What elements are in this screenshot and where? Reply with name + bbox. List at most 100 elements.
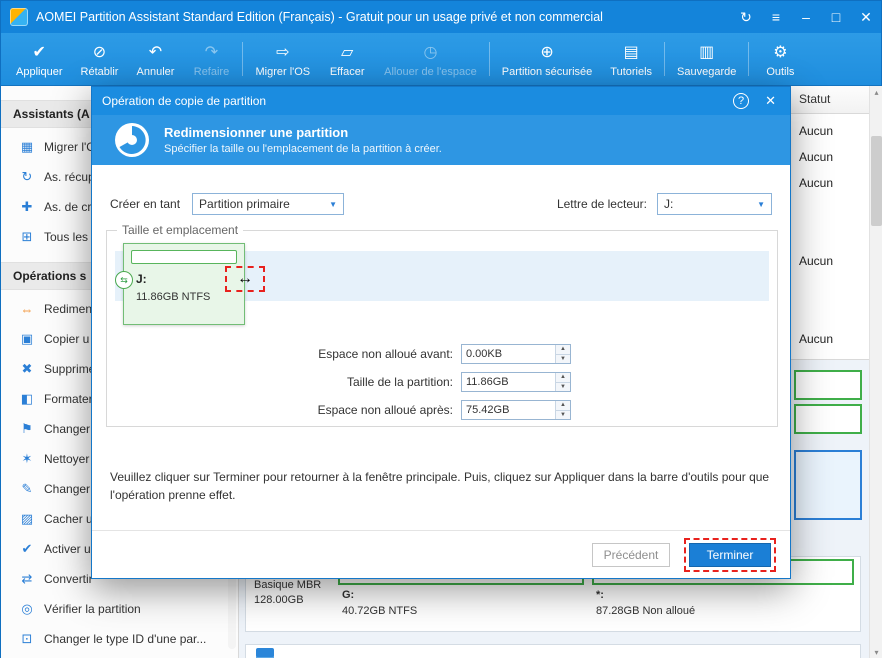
drive-letter-icon: ⚑ bbox=[21, 421, 33, 436]
spin-down-icon[interactable] bbox=[556, 383, 570, 392]
redo-icon: ↷ bbox=[204, 43, 219, 61]
apply-icon: ✔ bbox=[32, 43, 46, 61]
chevron-down-icon bbox=[329, 200, 337, 209]
close-icon[interactable]: ✕ bbox=[761, 93, 780, 109]
toolbar-outils[interactable]: ⚙ Outils bbox=[752, 33, 808, 85]
field-partition-size: Taille de la partition: 11.86GB bbox=[237, 372, 571, 392]
sidebar-item-label: Tous les bbox=[44, 230, 89, 244]
sidebar-item-label: Redimen bbox=[44, 302, 93, 316]
sidebar-item-label: Vérifier la partition bbox=[44, 602, 141, 616]
migrate-os-icon: ⇨ bbox=[276, 43, 290, 61]
convert-icon: ⇄ bbox=[21, 571, 33, 586]
maximize-button[interactable]: □ bbox=[821, 1, 851, 33]
hide-icon: ▨ bbox=[20, 511, 34, 526]
move-handle-icon[interactable]: ⇆ bbox=[115, 271, 133, 289]
dialog-footer: Précédent Terminer bbox=[92, 530, 790, 578]
list-row[interactable]: Aucun bbox=[799, 248, 863, 274]
resize-partition-dialog: Opération de copie de partition ? ✕ Redi… bbox=[91, 86, 791, 579]
previous-button[interactable]: Précédent bbox=[592, 542, 670, 567]
unallocated-after-input[interactable]: 75.42GB bbox=[461, 400, 571, 420]
dialog-header: Redimensionner une partition Spécifier l… bbox=[92, 115, 790, 165]
partition-bar-selected[interactable] bbox=[794, 450, 862, 520]
spin-up-icon[interactable] bbox=[556, 373, 570, 383]
dialog-header-subtitle: Spécifier la taille ou l'emplacement de … bbox=[164, 143, 442, 155]
resize-cursor-icon: ↔ bbox=[237, 270, 253, 287]
column-header-statut: Statut bbox=[799, 92, 831, 106]
scrollbar-thumb[interactable] bbox=[871, 136, 882, 226]
field-value[interactable]: 11.86GB bbox=[462, 373, 555, 391]
partition-detail: 87.28GB Non alloué bbox=[596, 605, 696, 617]
resize-icon: ⇔ bbox=[20, 301, 34, 317]
dialog-instruction-text: Veuillez cliquer sur Terminer pour retou… bbox=[110, 470, 770, 502]
sidebar-item-label: Cacher u bbox=[44, 512, 93, 526]
list-row[interactable]: Aucun bbox=[799, 144, 863, 170]
create-as-select[interactable]: Partition primaire bbox=[192, 193, 345, 215]
toolbar-label: Rétablir bbox=[80, 65, 119, 78]
toolbar-appliquer[interactable]: ✔ Appliquer bbox=[7, 33, 71, 85]
secure-partition-icon: ⊕ bbox=[540, 43, 554, 61]
minimize-button[interactable]: – bbox=[791, 1, 821, 33]
partition-label[interactable]: G: bbox=[342, 589, 354, 601]
activate-icon: ✔ bbox=[21, 541, 33, 556]
toolbar-separator bbox=[242, 42, 244, 76]
list-row[interactable]: Aucun bbox=[799, 170, 863, 196]
toolbar-retablir[interactable]: ⊘ Rétablir bbox=[71, 33, 127, 85]
toolbar-label: Outils bbox=[766, 65, 795, 78]
disk-row-partial[interactable] bbox=[245, 644, 861, 658]
partition-preview-block[interactable]: J: 11.86GB NTFS ⇆ ↔ bbox=[115, 243, 265, 325]
spin-down-icon[interactable] bbox=[556, 411, 570, 420]
list-row[interactable] bbox=[799, 196, 863, 222]
menu-icon[interactable]: ≡ bbox=[761, 1, 791, 33]
sync-icon[interactable]: ↻ bbox=[731, 1, 761, 33]
toolbar-separator bbox=[664, 42, 666, 76]
partition-preview-label: J: bbox=[136, 272, 147, 286]
scroll-down-icon[interactable] bbox=[870, 646, 882, 658]
partition-label[interactable]: *: bbox=[596, 589, 604, 601]
window-title: AOMEI Partition Assistant Standard Editi… bbox=[36, 10, 603, 24]
sidebar-item-check-partition[interactable]: ◎ Vérifier la partition bbox=[1, 594, 238, 624]
sidebar-item-label: Changer bbox=[44, 422, 91, 436]
all-tools-icon: ⊞ bbox=[21, 229, 33, 244]
drive-letter-select[interactable]: J: bbox=[657, 193, 772, 215]
list-row[interactable] bbox=[799, 274, 863, 300]
copy-icon: ▣ bbox=[20, 331, 34, 346]
toolbar-effacer[interactable]: ▱ Effacer bbox=[319, 33, 375, 85]
monitor-icon: ▦ bbox=[20, 139, 34, 154]
recovery-icon: ↻ bbox=[21, 169, 33, 184]
spin-up-icon[interactable] bbox=[556, 401, 570, 411]
vertical-scrollbar[interactable] bbox=[869, 86, 882, 658]
window-controls: ↻ ≡ – □ ✕ bbox=[731, 1, 881, 33]
spinner bbox=[555, 345, 570, 363]
toolbar-refaire: ↷ Refaire bbox=[183, 33, 239, 85]
wipe-icon: ▱ bbox=[341, 43, 354, 61]
resize-highlight-box[interactable]: ↔ bbox=[225, 266, 265, 292]
finish-button[interactable]: Terminer bbox=[689, 542, 771, 567]
help-icon[interactable]: ? bbox=[733, 93, 750, 109]
partition-bar[interactable] bbox=[794, 370, 862, 400]
list-row[interactable]: Aucun bbox=[799, 326, 863, 352]
toolbar-annuler[interactable]: ↶ Annuler bbox=[127, 33, 183, 85]
toolbar-partition-securisee[interactable]: ⊕ Partition sécurisée bbox=[493, 33, 602, 85]
app-logo-icon bbox=[10, 8, 28, 26]
spin-up-icon[interactable] bbox=[556, 345, 570, 355]
sidebar-item-label: Migrer l'O bbox=[44, 140, 96, 154]
partition-size-input[interactable]: 11.86GB bbox=[461, 372, 571, 392]
toolbar-sauvegarde[interactable]: ▥ Sauvegarde bbox=[668, 33, 745, 85]
unallocated-before-input[interactable]: 0.00KB bbox=[461, 344, 571, 364]
list-row[interactable]: Aucun bbox=[799, 118, 863, 144]
sidebar-item-change-type-id[interactable]: ⊡ Changer le type ID d'une par... bbox=[1, 624, 238, 654]
field-value[interactable]: 0.00KB bbox=[462, 345, 555, 363]
spinner bbox=[555, 401, 570, 419]
list-row[interactable] bbox=[799, 300, 863, 326]
discard-icon: ⊘ bbox=[92, 43, 107, 61]
close-button[interactable]: ✕ bbox=[851, 1, 881, 33]
toolbar-migrer-os[interactable]: ⇨ Migrer l'OS bbox=[246, 33, 319, 85]
partition-bar[interactable] bbox=[794, 404, 862, 434]
scroll-up-icon[interactable] bbox=[870, 86, 882, 99]
spin-down-icon[interactable] bbox=[556, 355, 570, 364]
toolbar-label: Refaire bbox=[193, 65, 230, 78]
field-value[interactable]: 75.42GB bbox=[462, 401, 555, 419]
list-row[interactable] bbox=[799, 222, 863, 248]
group-legend: Taille et emplacement bbox=[117, 223, 244, 237]
toolbar-tutoriels[interactable]: ▤ Tutoriels bbox=[601, 33, 661, 85]
